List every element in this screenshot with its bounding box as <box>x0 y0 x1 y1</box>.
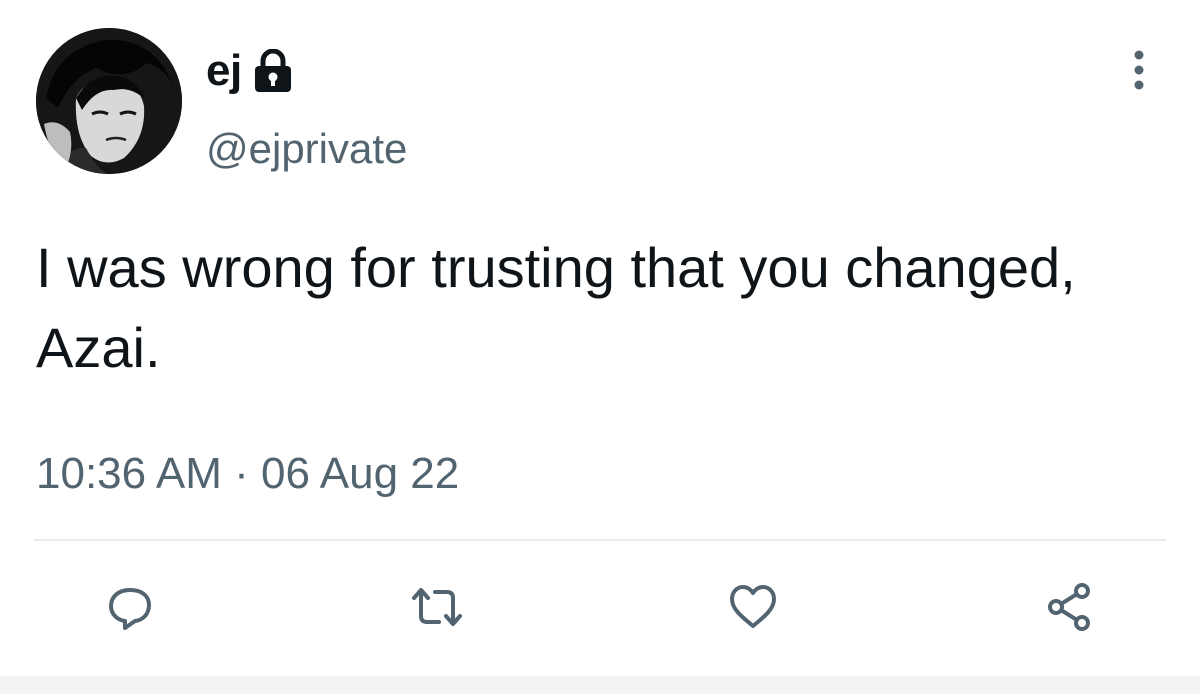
bottom-edge <box>0 676 1200 694</box>
avatar[interactable] <box>36 28 182 174</box>
like-button[interactable] <box>718 572 788 642</box>
retweet-button[interactable] <box>402 572 472 642</box>
reply-button[interactable] <box>95 572 165 642</box>
tweet-card: ej @ejprivate I was wrong for trusting t… <box>0 0 1200 694</box>
share-button[interactable] <box>1035 572 1105 642</box>
display-name[interactable]: ej <box>206 46 242 96</box>
retweet-icon <box>412 588 462 626</box>
share-icon <box>1048 583 1090 631</box>
more-vertical-icon[interactable] <box>1122 44 1156 96</box>
action-bar <box>0 572 1200 642</box>
tweet-timestamp[interactable]: 10:36 AM · 06 Aug 22 <box>36 446 459 502</box>
display-name-row[interactable]: ej <box>206 38 298 104</box>
reply-icon <box>109 588 151 630</box>
lock-icon <box>248 45 298 97</box>
tweet-text: I was wrong for trusting that you change… <box>36 236 1076 379</box>
user-handle[interactable]: @ejprivate <box>206 128 407 170</box>
heart-icon <box>730 585 776 628</box>
avatar-image <box>36 28 182 174</box>
divider <box>34 539 1166 541</box>
